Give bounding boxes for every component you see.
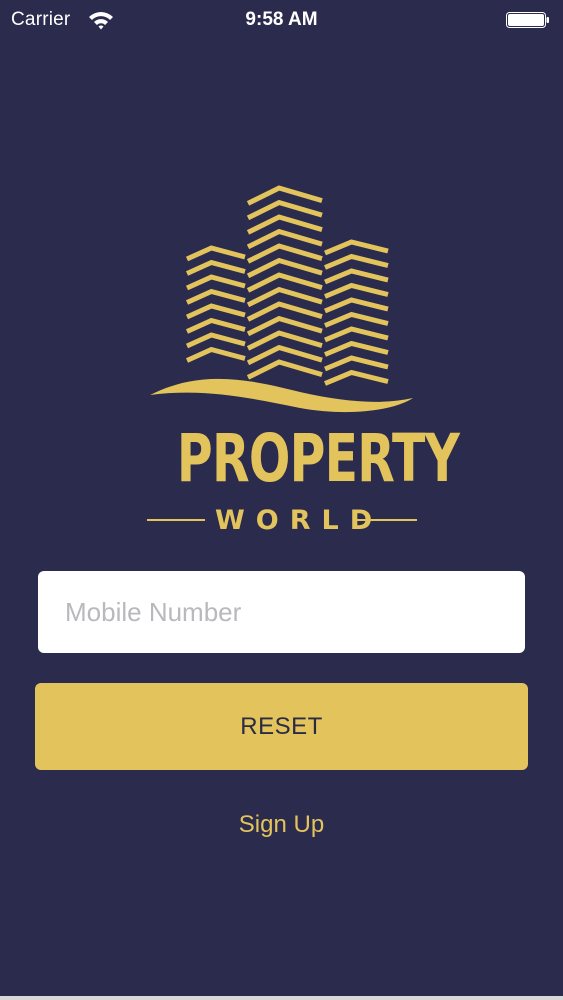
screen-bottom-edge <box>0 996 563 1000</box>
mobile-number-input[interactable] <box>38 571 525 653</box>
brand-title: PROPERTY <box>176 420 460 497</box>
brand-divider-right <box>357 519 417 521</box>
battery-icon <box>506 12 549 28</box>
brand-subtitle: WORLD <box>215 505 384 536</box>
status-time: 9:58 AM <box>245 9 318 30</box>
brand-subtitle-row: WORLD <box>147 503 417 539</box>
sign-up-link[interactable]: Sign Up <box>0 808 563 842</box>
status-bar: Carrier 9:58 AM <box>0 0 563 40</box>
reset-button[interactable]: RESET <box>35 683 528 770</box>
brand-divider-left <box>147 519 205 521</box>
reset-password-screen: Carrier 9:58 AM PROPERTY WORLD RESET Sig… <box>0 0 563 1000</box>
